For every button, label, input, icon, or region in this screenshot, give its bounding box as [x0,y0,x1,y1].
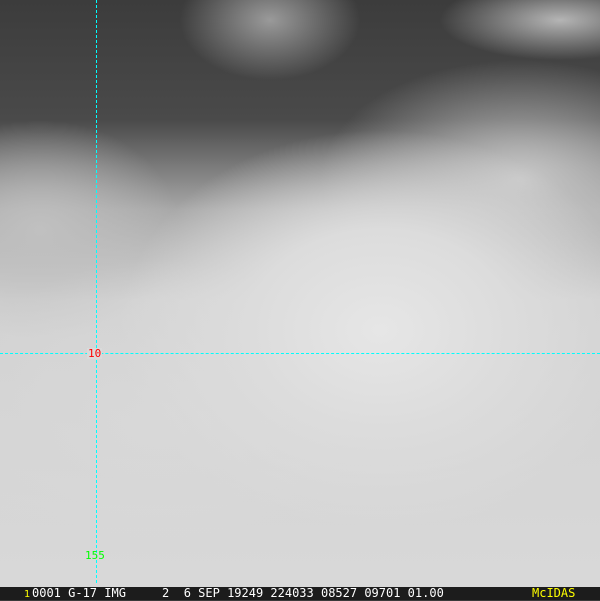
status-bar: 1 0001 G-17 IMG 2 6 SEP 19249 224033 0852… [0,587,600,600]
satellite-image [0,0,600,587]
frame-number: 1 [24,589,31,600]
longitude-gridline [96,0,97,583]
image-info: 0001 G-17 IMG 2 6 SEP 19249 224033 08527… [32,586,444,600]
longitude-label: 155 [85,549,105,562]
mcidas-logo: McIDAS [532,586,576,600]
latitude-label: 10 [87,347,103,360]
